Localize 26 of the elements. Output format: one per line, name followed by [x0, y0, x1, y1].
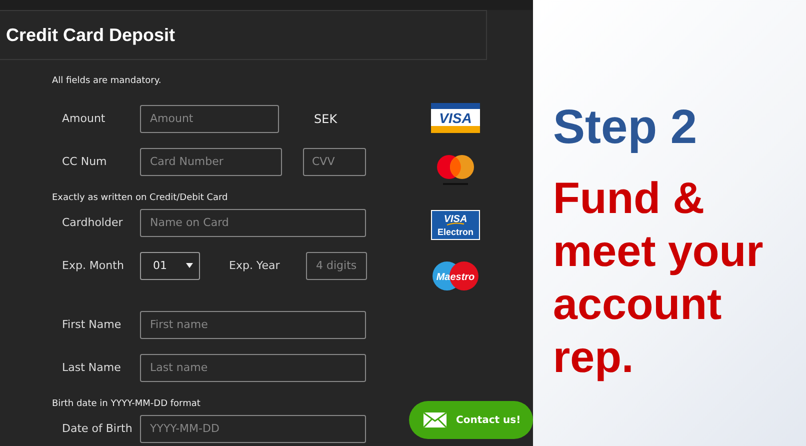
- text-field[interactable]: YYYY-MM-DD: [140, 414, 366, 442]
- text-field[interactable]: Last name: [140, 354, 366, 382]
- step-heading: Step 2: [553, 100, 698, 156]
- month-dropdown[interactable]: 01: [140, 252, 200, 280]
- card-number-field[interactable]: Card Number: [140, 148, 282, 176]
- visa-logo: VISA: [431, 103, 480, 133]
- form-note: All fields are mandatory.: [52, 75, 162, 88]
- text-field[interactable]: Name on Card: [140, 208, 366, 236]
- field-label: CC Num: [62, 155, 108, 168]
- form-note: Exactly as written on Credit/Debit Card: [52, 192, 229, 205]
- year-field[interactable]: 4 digits: [306, 252, 367, 280]
- form-note: Birth date in YYYY-MM-DD format: [52, 398, 202, 411]
- form-title: Credit Card Deposit: [6, 24, 176, 46]
- field-label: Amount: [62, 112, 106, 125]
- cvv-field[interactable]: CVV: [303, 148, 366, 176]
- field-label: Last Name: [62, 361, 122, 374]
- currency-label: SEK: [314, 112, 338, 126]
- field-label: Exp. Year: [229, 259, 280, 272]
- visa-electron-logo: VISA Electron: [431, 210, 480, 240]
- amount-field[interactable]: Amount: [140, 104, 279, 132]
- promo-text: Fund & meet your account rep.: [553, 173, 764, 384]
- field-label: Cardholder: [62, 216, 124, 229]
- field-label: Exp. Month: [62, 259, 125, 272]
- field-label: Date of Birth: [62, 422, 134, 435]
- text-field[interactable]: First name: [140, 310, 366, 338]
- field-label: First Name: [62, 318, 122, 331]
